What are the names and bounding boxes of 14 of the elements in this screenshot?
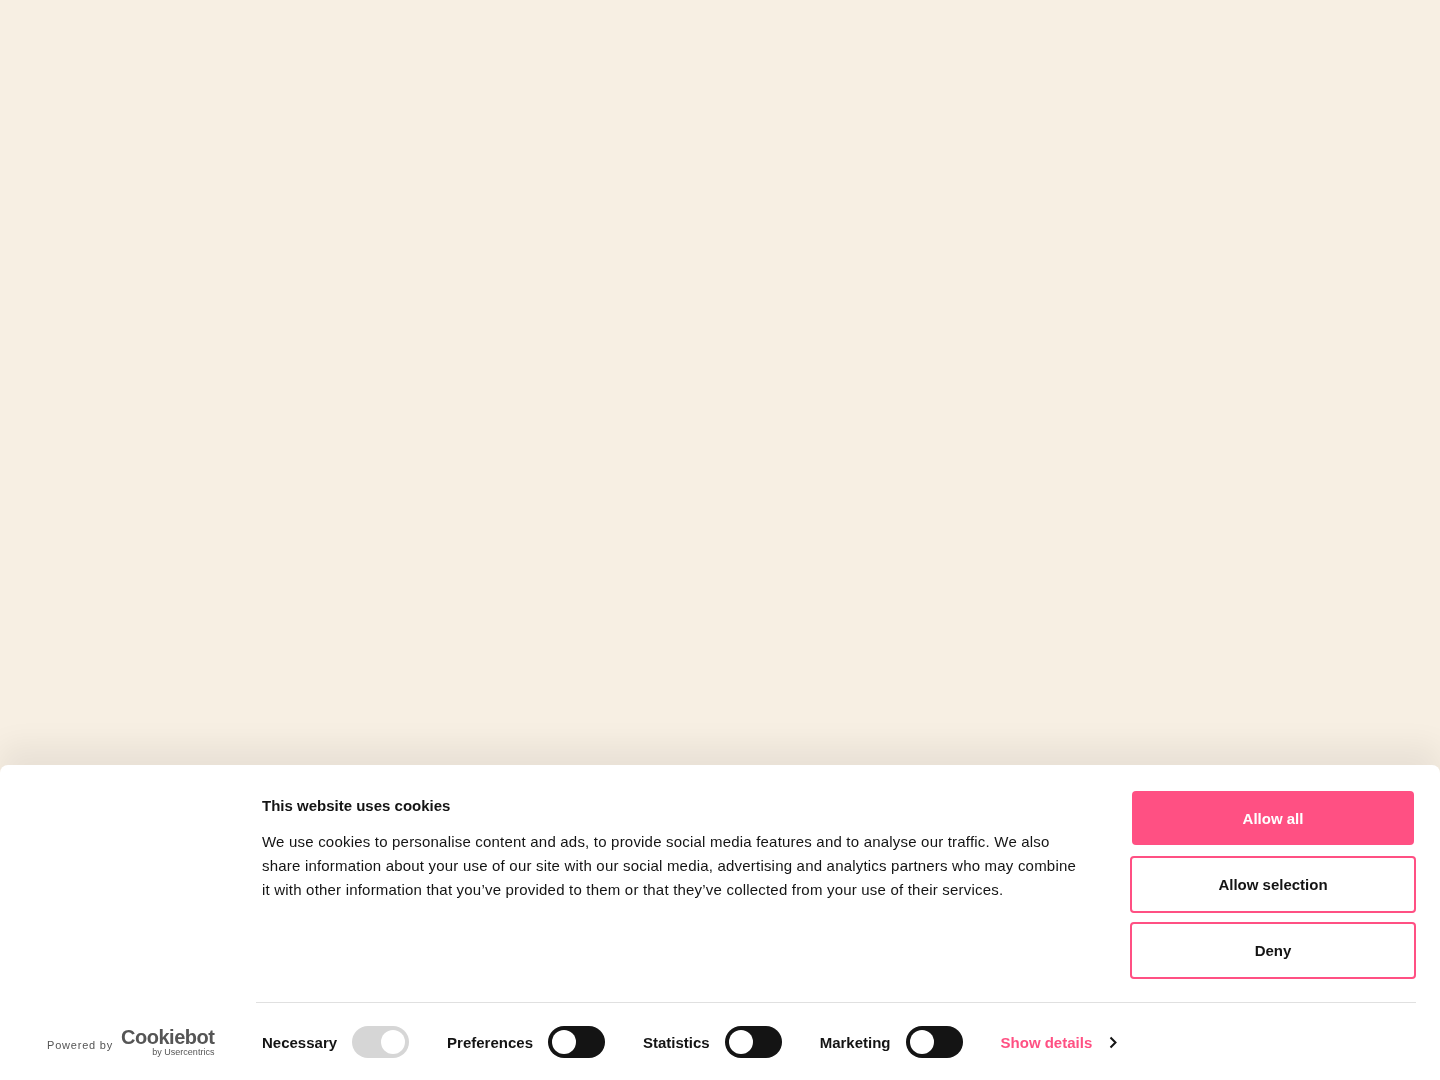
cookiebot-logo[interactable]: Cookiebot by Usercentrics	[121, 1027, 215, 1057]
banner-text: We use cookies to personalise content and ads, to provide social media features and to analyse our traffic. We also share information about your use of our site with our social media, advertising and analytics partners who may combine it with other information that you’ve provided to them or that they’ve collected from your use of their services.	[262, 832, 1077, 900]
toggle-switch[interactable]	[724, 1026, 782, 1058]
toggle-label: Statistics	[643, 1033, 710, 1051]
powered-by-text: Powered by	[47, 1039, 114, 1051]
consent-button[interactable]: Allow selection	[1130, 856, 1416, 913]
banner-title: This website uses cookies	[262, 797, 452, 814]
toggle-switch[interactable]	[905, 1026, 963, 1058]
chevron-right-icon[interactable]	[1109, 1035, 1118, 1049]
toggle-label: Necessary	[262, 1033, 338, 1051]
toggle-switch[interactable]	[548, 1026, 605, 1058]
toggle-label: Marketing	[819, 1033, 891, 1051]
toggle-label: Preferences	[447, 1033, 533, 1051]
consent-button[interactable]: Deny	[1130, 922, 1416, 979]
